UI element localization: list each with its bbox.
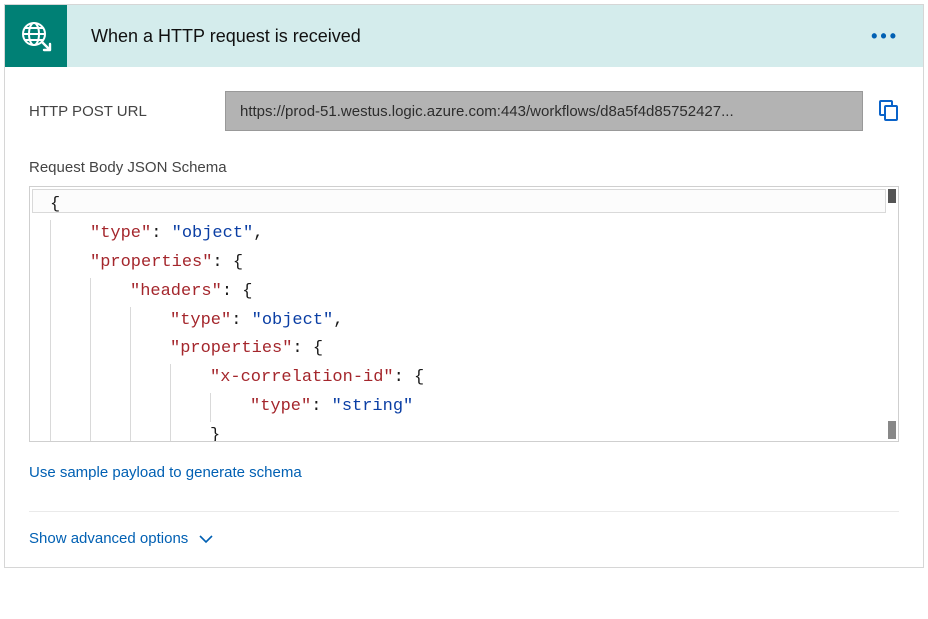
http-url-field[interactable]: https://prod-51.westus.logic.azure.com:4… [225, 91, 863, 131]
card-title: When a HTTP request is received [91, 26, 865, 47]
trigger-card: When a HTTP request is received ••• HTTP… [4, 4, 924, 568]
card-more-menu[interactable]: ••• [865, 22, 905, 51]
copy-icon[interactable] [879, 100, 899, 122]
http-url-label: HTTP POST URL [29, 103, 209, 120]
divider [29, 511, 899, 512]
trigger-icon-container [5, 5, 67, 67]
schema-label: Request Body JSON Schema [29, 159, 899, 176]
card-header[interactable]: When a HTTP request is received ••• [5, 5, 923, 67]
http-url-value: https://prod-51.westus.logic.azure.com:4… [240, 103, 734, 120]
show-advanced-options-link[interactable]: Show advanced options [29, 530, 899, 547]
schema-editor-content: {"type": "object","properties": {"header… [30, 187, 898, 442]
card-body: HTTP POST URL https://prod-51.westus.log… [5, 67, 923, 567]
schema-editor[interactable]: {"type": "object","properties": {"header… [29, 186, 899, 442]
globe-arrow-icon [19, 19, 53, 53]
show-advanced-options-label: Show advanced options [29, 530, 188, 547]
chevron-down-icon [198, 531, 214, 547]
use-sample-payload-link[interactable]: Use sample payload to generate schema [29, 464, 899, 481]
use-sample-payload-label: Use sample payload to generate schema [29, 464, 302, 481]
http-url-row: HTTP POST URL https://prod-51.westus.log… [29, 91, 899, 131]
